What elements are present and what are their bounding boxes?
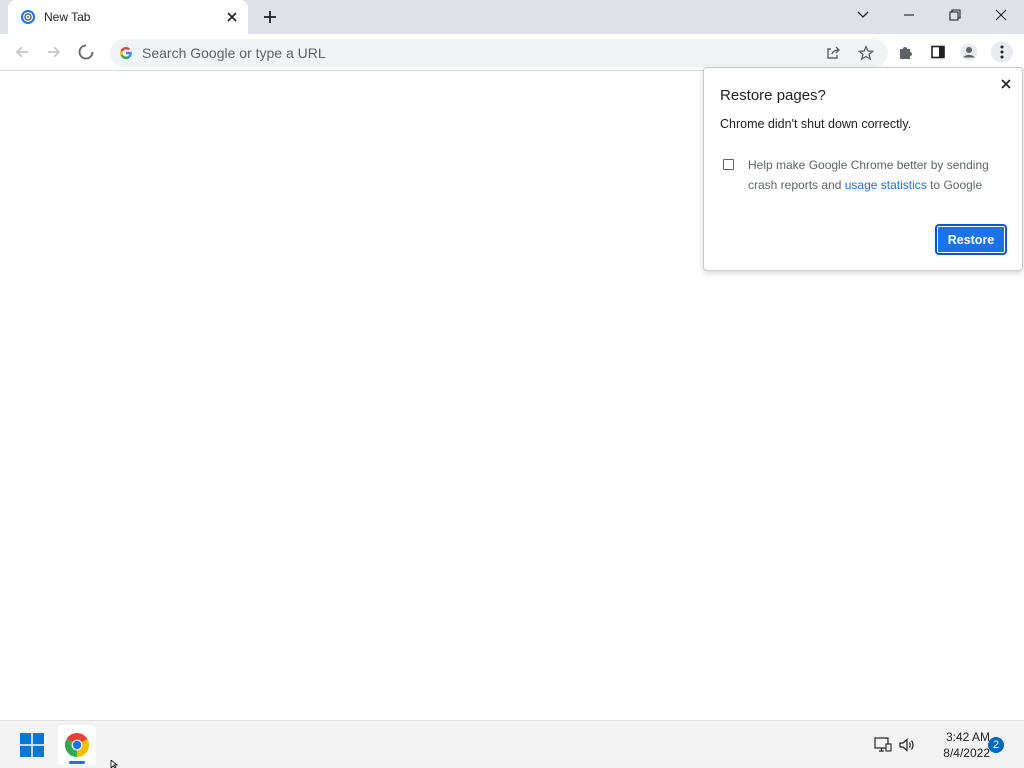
tab-close-icon[interactable] bbox=[224, 9, 240, 25]
crash-report-checkbox[interactable] bbox=[723, 159, 734, 170]
google-g-icon bbox=[120, 47, 132, 59]
windows-start-icon[interactable] bbox=[20, 733, 44, 757]
mouse-cursor-icon bbox=[110, 760, 119, 768]
clock-date: 8/4/2022 bbox=[943, 746, 990, 760]
dialog-title: Restore pages? bbox=[720, 87, 826, 104]
browser-toolbar bbox=[0, 34, 1024, 71]
clock-time: 3:42 AM bbox=[945, 730, 990, 744]
share-icon[interactable] bbox=[824, 44, 842, 62]
active-app-indicator bbox=[69, 761, 85, 764]
restore-pages-dialog: Restore pages? Chrome didn't shut down c… bbox=[703, 67, 1023, 271]
stop-loading-icon[interactable] bbox=[74, 40, 98, 64]
notification-badge[interactable]: 2 bbox=[988, 737, 1004, 753]
omnibox-input[interactable] bbox=[142, 39, 742, 67]
bookmark-star-icon[interactable] bbox=[857, 44, 875, 62]
taskbar: 3:42 AM 8/4/2022 2 bbox=[0, 720, 1024, 768]
chrome-icon bbox=[65, 733, 89, 757]
forward-icon[interactable] bbox=[42, 40, 66, 64]
omnibox[interactable] bbox=[110, 39, 888, 67]
taskbar-chrome-button[interactable] bbox=[58, 725, 96, 765]
dialog-close-icon[interactable] bbox=[998, 76, 1014, 92]
loading-favicon-icon bbox=[21, 10, 35, 24]
network-icon[interactable] bbox=[874, 736, 892, 754]
back-icon[interactable] bbox=[10, 40, 34, 64]
restore-button[interactable]: Restore bbox=[935, 224, 1007, 255]
system-clock[interactable]: 3:42 AM 8/4/2022 bbox=[920, 729, 990, 761]
tab-new-tab[interactable]: New Tab bbox=[8, 0, 248, 34]
minimize-icon[interactable] bbox=[886, 0, 932, 30]
side-panel-icon[interactable] bbox=[927, 41, 949, 63]
extensions-icon[interactable] bbox=[895, 41, 917, 63]
new-tab-button[interactable] bbox=[258, 6, 282, 28]
tab-search-icon[interactable] bbox=[840, 0, 886, 30]
tab-title: New Tab bbox=[44, 10, 91, 24]
usage-statistics-link[interactable]: usage statistics bbox=[845, 178, 927, 192]
restore-icon[interactable] bbox=[932, 0, 978, 30]
crash-report-label: Help make Google Chrome better by sendin… bbox=[748, 155, 1010, 195]
volume-icon[interactable] bbox=[898, 736, 916, 754]
dialog-message: Chrome didn't shut down correctly. bbox=[720, 117, 912, 131]
close-icon[interactable] bbox=[978, 0, 1024, 30]
checkbox-text-after: to Google bbox=[926, 178, 983, 192]
tab-strip: New Tab bbox=[0, 0, 1024, 34]
profile-icon[interactable] bbox=[958, 41, 980, 63]
menu-icon[interactable] bbox=[991, 41, 1013, 63]
